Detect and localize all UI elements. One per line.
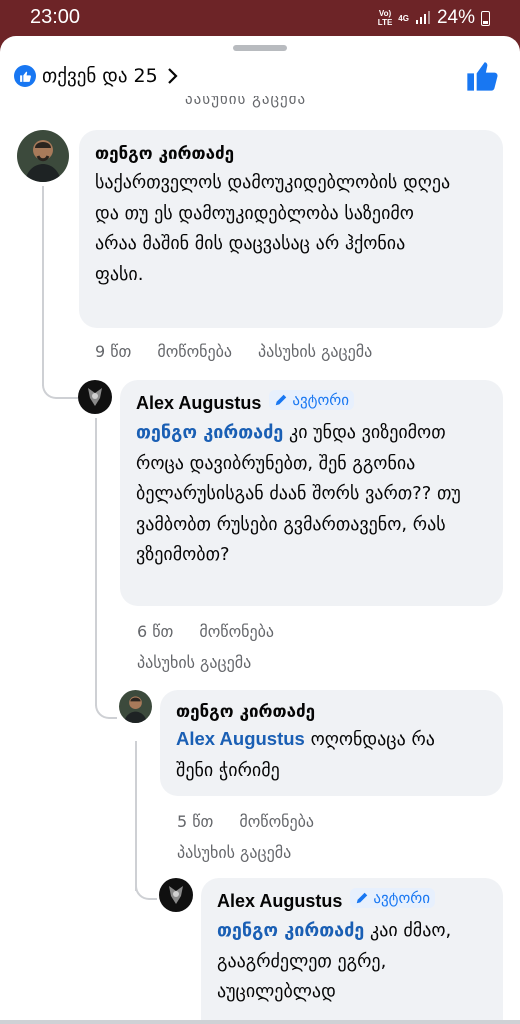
bottom-divider (0, 1020, 520, 1024)
thread-line (135, 741, 137, 891)
battery-percent: 24% (436, 7, 475, 28)
author-badge-label: ავტორი (292, 392, 349, 409)
battery-icon (481, 10, 490, 26)
status-icons: Vo) LTE 4G 24% (378, 7, 490, 29)
comment-actions: 5 წთ მოწონება პასუხის გაცემა (177, 812, 397, 862)
like-reaction-icon (14, 65, 36, 87)
pencil-icon (276, 394, 287, 406)
thread-connector (135, 884, 157, 900)
author-badge: ავტორი (350, 888, 435, 908)
avatar[interactable] (17, 130, 69, 182)
thread-connector (95, 701, 117, 719)
comments-sheet: თქვენ და 25 პასუხის გაცემა თენგო კირთაძე… (0, 36, 520, 1024)
comment-text: თენგო კირთაძე კაი ძმაო, გააგრძელეთ ეგრე,… (217, 916, 477, 1008)
comment-text: Alex Augustus ოღონდაცა რა შენი ჭირიმე (176, 724, 476, 786)
status-time: 23:00 (30, 6, 81, 28)
signal-icon (415, 11, 430, 24)
reactions-label: თქვენ და 25 (42, 65, 158, 87)
comment-time: 5 წთ (177, 812, 214, 831)
reply-action[interactable]: პასუხის გაცემა (258, 342, 372, 361)
thread-line (42, 186, 44, 386)
comment-author[interactable]: Alex Augustus ავტორი (217, 888, 487, 912)
comment-text: თენგო კირთაძე კი უნდა ვიზეიმოთ როცა დავი… (136, 418, 478, 571)
previous-reply-action[interactable]: პასუხის გაცემა (185, 96, 306, 110)
like-action[interactable]: მოწონება (199, 622, 274, 641)
pencil-icon (357, 892, 368, 904)
sheet-handle[interactable] (233, 45, 287, 51)
mention-link[interactable]: თენგო კირთაძე (217, 920, 364, 941)
author-badge: ავტორი (269, 390, 354, 410)
comment-actions: 6 წთ მოწონება პასუხის გაცემა (137, 622, 357, 672)
chevron-right-icon (167, 68, 178, 84)
avatar[interactable] (78, 380, 112, 414)
network-type: 4G (398, 13, 409, 23)
author-name[interactable]: Alex Augustus (217, 891, 342, 911)
thread-line (95, 418, 97, 706)
reactions-summary[interactable]: თქვენ და 25 (14, 62, 178, 90)
comment-time: 9 წთ (95, 342, 132, 361)
status-bar: 23:00 Vo) LTE 4G 24% (0, 0, 520, 36)
like-action[interactable]: მოწონება (157, 342, 232, 361)
mention-link[interactable]: თენგო კირთაძე (136, 422, 283, 443)
thread-connector (42, 381, 78, 399)
comment-actions: 9 წთ მოწონება პასუხის გაცემა (95, 342, 372, 361)
avatar[interactable] (119, 690, 152, 723)
comment-body: კი უნდა ვიზეიმოთ როცა დავიბრუნებთ, შენ გ… (136, 422, 461, 565)
author-name[interactable]: Alex Augustus (136, 393, 261, 413)
comment-time: 6 წთ (137, 622, 174, 641)
like-action[interactable]: მოწონება (239, 812, 314, 831)
comment-text: საქართველოს დამოუკიდებლობის დღეა და თუ ე… (95, 172, 451, 285)
comment-author[interactable]: თენგო კირთაძე (176, 702, 487, 722)
reply-action[interactable]: პასუხის გაცემა (137, 653, 251, 672)
comment-bubble[interactable]: Alex Augustus ავტორი თენგო კირთაძე კაი ძმ… (201, 878, 503, 1024)
mention-link[interactable]: Alex Augustus (176, 728, 305, 749)
reply-action[interactable]: პასუხის გაცემა (177, 843, 291, 862)
volte-indicator: Vo) LTE (377, 9, 393, 27)
comment-bubble[interactable]: Alex Augustus ავტორი თენგო კირთაძე კი უნდ… (120, 380, 503, 606)
comment-author[interactable]: Alex Augustus ავტორი (136, 390, 487, 414)
like-button-icon[interactable] (466, 60, 498, 92)
avatar[interactable] (159, 878, 193, 912)
comment-bubble[interactable]: თენგო კირთაძე Alex Augustus ოღონდაცა რა … (160, 690, 503, 796)
comment-bubble[interactable]: თენგო კირთაძე საქართველოს დამოუკიდებლობი… (79, 130, 503, 328)
comment-author[interactable]: თენგო კირთაძე (95, 144, 487, 164)
author-badge-label: ავტორი (373, 890, 430, 907)
